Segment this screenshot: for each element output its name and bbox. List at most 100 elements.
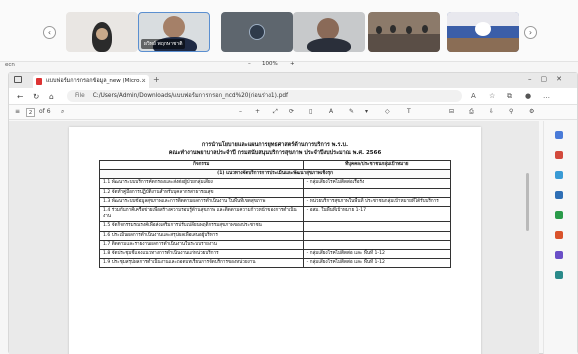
participant-tile[interactable]	[221, 12, 293, 52]
participant-name: ผวิทย์ พฤกษาชาติ	[141, 39, 186, 49]
fit-page-icon[interactable]: ⤢	[273, 108, 278, 116]
zoom-level: 100%	[262, 61, 278, 67]
refresh-icon[interactable]: ↻	[33, 92, 39, 101]
participant-tile[interactable]	[66, 12, 138, 52]
table-row: 1.4 ร่วมกับภาคีเครือข่ายเพื่อสร้างความรอ…	[99, 206, 452, 223]
activity-cell: 1.6 ประเมินผลการดำเนินงานและสรุปผลเพื่อเ…	[99, 230, 304, 241]
file-label: File	[75, 93, 85, 99]
save-as-icon[interactable]: ⇩	[489, 108, 494, 115]
home-icon[interactable]: ⌂	[49, 92, 54, 101]
pdf-icon	[36, 78, 42, 85]
page-view-icon[interactable]: ▯	[309, 108, 312, 115]
activity-cell: 1.5 จัดกิจกรรมรณรงค์เพื่อส่งเสริมการปรับ…	[99, 221, 304, 232]
draw-icon[interactable]: ✎	[349, 108, 354, 115]
table-row: 1.7 ติดตามและรายงานผลการดำเนินงานในระบบร…	[99, 239, 452, 251]
sidebar-add-icon[interactable]	[555, 271, 563, 279]
read-aloud-icon[interactable]: A	[471, 92, 476, 100]
zoom-out-button[interactable]: –	[248, 61, 251, 67]
pdf-viewer[interactable]: การนำนโยบายและแผนการยุทธศาสตร์ด้านการบริ…	[9, 121, 539, 354]
save-icon[interactable]: ⊟	[449, 108, 454, 115]
target-cell: - กลุ่มเสี่ยงโรคไม่ติดต่อ และ พื้นที่ 1-…	[302, 258, 452, 269]
activity-table: กิจกรรม ที่บุคคล/ประชาชนกลุ่มเป้าหมาย (1…	[99, 159, 452, 269]
table-row: 1.5 จัดกิจกรรมรณรงค์เพื่อส่งเสริมการปรับ…	[99, 221, 452, 232]
table-row: 1.6 ประเมินผลการดำเนินงานและสรุปผลเพื่อเ…	[99, 230, 452, 241]
activity-cell: 1.2 จัดทำคู่มือการปฏิบัติงานสำหรับบุคลาก…	[99, 187, 304, 198]
doc-subtitle: คณะทำงานพยาบาลประจำปี กรมสนับสนุนบริการส…	[168, 150, 382, 156]
back-icon[interactable]: ←	[17, 92, 23, 101]
participant-tile[interactable]	[447, 12, 519, 52]
pdf-page: การนำนโยบายและแผนการยุทธศาสตร์ด้านการบริ…	[69, 127, 481, 354]
activity-cell: 1.4 ร่วมกับภาคีเครือข่ายเพื่อสร้างความรอ…	[99, 206, 304, 223]
scrollbar[interactable]	[526, 173, 529, 231]
window-controls[interactable]: –▢✕	[528, 75, 571, 83]
edge-label: ecn	[5, 62, 15, 68]
activity-cell: 1.9 ประชุมสรุปผลการดำเนินงานและถอดบทเรีย…	[99, 258, 304, 269]
activity-cell: 1.3 พัฒนาระบบข้อมูลสุขภาพและการติดตามผลก…	[99, 196, 304, 208]
activity-cell: 1.8 จัดประชุมชี้แจงแนวทางการดำเนินงานแก่…	[99, 249, 304, 260]
highlight-icon[interactable]: ▾	[365, 108, 368, 115]
tab-pdf[interactable]: แบบฟอร์มการกรอกข้อมูล_new (Micro… ×	[33, 75, 149, 88]
rotate-icon[interactable]: ⟳	[289, 108, 294, 115]
sidebar-office-icon[interactable]	[555, 191, 563, 199]
favorite-icon[interactable]: ☆	[489, 92, 495, 100]
avatar	[249, 24, 265, 40]
table-row: 1.8 จัดประชุมชี้แจงแนวทางการดำเนินงานแก่…	[99, 249, 452, 260]
group-heading: (1) แนวทางจัดบริการการประเมินและพัฒนาสุข…	[99, 169, 451, 180]
table-row: 1.3 พัฒนาระบบข้อมูลสุขภาพและการติดตามผลก…	[99, 196, 452, 208]
address-bar[interactable]: File C:/Users/Admin/Downloads/แบบฟอร์มการ…	[67, 90, 462, 102]
tab-actions-icon[interactable]	[14, 76, 22, 83]
target-cell: - กลุ่มเสี่ยงโรคไม่ติดต่อเรื้อรัง	[302, 178, 452, 189]
target-cell	[302, 187, 452, 198]
menu-icon[interactable]: …	[543, 92, 550, 100]
target-cell	[302, 230, 452, 241]
pdf-toolbar: ≡ 2 of 6 ⌕ – + ⤢ ⟳ ▯ A ✎ ▾ ◇ T ⊟ ⎙ ⇩ ⚲ ⚙	[9, 105, 577, 120]
address-bar-row: ← ↻ ⌂ File C:/Users/Admin/Downloads/แบบฟอ…	[9, 88, 577, 105]
participant-tile[interactable]	[368, 12, 440, 52]
zoom-controls: ecn – 100% +	[0, 58, 578, 72]
participant-tile[interactable]	[293, 12, 365, 52]
tab-bar: แบบฟอร์มการกรอกข้อมูล_new (Micro… × + –▢…	[9, 73, 577, 88]
previous-participants-button[interactable]: ‹	[43, 26, 56, 39]
activity-cell: 1.1 พัฒนาระบบบริการคัดกรองและส่งต่อผู้ป่…	[99, 178, 304, 189]
add-text-icon[interactable]: T	[407, 108, 411, 115]
search-icon[interactable]: ⌕	[61, 108, 64, 116]
browser-window: แบบฟอร์มการกรอกข้อมูล_new (Micro… × + –▢…	[8, 72, 578, 354]
url-text: C:/Users/Admin/Downloads/แบบฟอร์มการกรอก…	[92, 93, 289, 99]
new-tab-button[interactable]: +	[153, 75, 160, 84]
sidebar-shopping-icon[interactable]	[555, 151, 563, 159]
pin-icon[interactable]: ⚲	[509, 108, 513, 115]
zoom-in-icon[interactable]: +	[255, 108, 260, 115]
erase-icon[interactable]: ◇	[385, 108, 390, 115]
table-row: 1.9 ประชุมสรุปผลการดำเนินงานและถอดบทเรีย…	[99, 258, 452, 269]
table-row: 1.1 พัฒนาระบบบริการคัดกรองและส่งต่อผู้ป่…	[99, 178, 452, 189]
print-icon[interactable]: ⎙	[469, 108, 474, 116]
sidebar-drop-icon[interactable]	[555, 251, 563, 259]
target-cell	[302, 239, 452, 251]
pdf-settings-icon[interactable]: ⚙	[529, 108, 534, 115]
read-aloud-pdf-icon[interactable]: A	[329, 108, 333, 115]
profile-icon[interactable]: ●	[525, 92, 531, 100]
target-cell	[302, 221, 452, 232]
sidebar-games-icon[interactable]	[555, 231, 563, 239]
table-row: 1.2 จัดทำคู่มือการปฏิบัติงานสำหรับบุคลาก…	[99, 187, 452, 198]
tab-title: แบบฟอร์มการกรอกข้อมูล_new (Micro…	[46, 78, 145, 84]
contents-icon[interactable]: ≡	[15, 108, 20, 115]
page-total: of 6	[39, 108, 51, 115]
collections-icon[interactable]: ⧉	[507, 92, 512, 101]
close-tab-icon[interactable]: ×	[141, 75, 146, 87]
edge-sidebar	[543, 121, 577, 354]
zoom-in-button[interactable]: +	[290, 61, 295, 67]
target-cell: - กลุ่มเสี่ยงโรคไม่ติดต่อ และ พื้นที่ 1-…	[302, 249, 452, 260]
target-cell: - หน่วยบริการสุขภาพในพื้นที่ ประชาชนกลุ่…	[302, 196, 452, 208]
page-number-input[interactable]: 2	[26, 108, 35, 117]
participant-tile-active[interactable]: ผวิทย์ พฤกษาชาติ	[138, 12, 210, 52]
participant-strip: ‹ ผวิทย์ พฤกษาชาติ ›	[0, 0, 578, 62]
col-activity: กิจกรรม	[99, 159, 304, 171]
screen: ‹ ผวิทย์ พฤกษาชาติ › ecn – 100% + แบบฟอร…	[0, 0, 578, 354]
sidebar-tools-icon[interactable]	[555, 171, 563, 179]
sidebar-outlook-icon[interactable]	[555, 211, 563, 219]
zoom-out-icon[interactable]: –	[239, 108, 242, 115]
col-target: ที่บุคคล/ประชาชนกลุ่มเป้าหมาย	[302, 159, 452, 171]
next-participants-button[interactable]: ›	[524, 26, 537, 39]
sidebar-search-icon[interactable]	[555, 131, 563, 139]
